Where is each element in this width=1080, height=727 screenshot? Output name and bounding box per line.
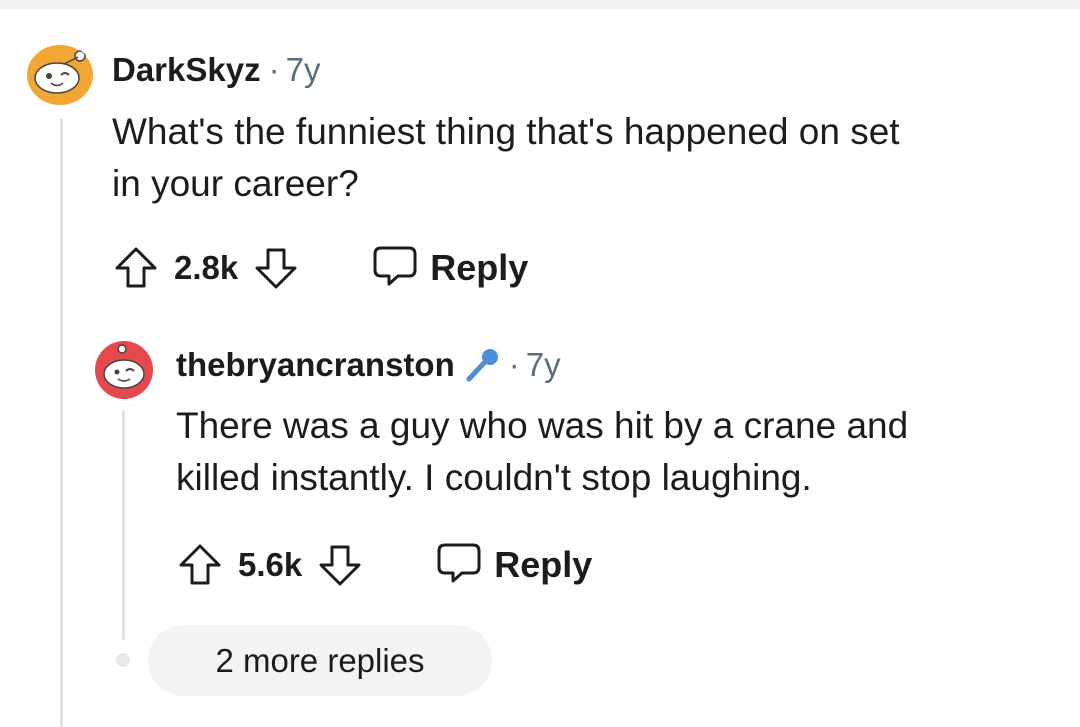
comment-bubble-icon [436,541,482,590]
comment-bubble-icon [372,244,418,293]
comment-actions: 5.6k Reply [176,540,592,590]
comment-body-line: There was a guy who was hit by a crane a… [176,405,909,446]
vote-score: 2.8k [174,249,239,286]
comment-age: 7y [285,51,321,88]
reply-button[interactable]: Reply [436,541,592,590]
reply-label: Reply [494,544,593,585]
reply-label: Reply [430,247,529,288]
thread-line-parent[interactable] [60,118,63,727]
thread-line-child[interactable] [122,410,125,640]
username[interactable]: thebryancranston [176,346,455,384]
comment-meta: thebryancranston · 7y [176,346,561,384]
more-replies-dot [116,653,130,667]
comment-body: What's the funniest thing that's happene… [112,106,900,210]
top-divider [0,0,1080,9]
meta-separator: · [268,51,280,88]
reply-button[interactable]: Reply [372,244,528,293]
comment-body-line: killed instantly. I couldn't stop laughi… [176,457,812,498]
upvote-icon[interactable] [176,541,224,589]
downvote-icon[interactable] [316,541,364,589]
avatar[interactable] [94,340,154,400]
username[interactable]: DarkSkyz [112,51,261,89]
downvote-icon[interactable] [252,244,300,292]
comment-actions: 2.8k Reply [112,243,528,293]
comment-body-line: in your career? [112,163,359,204]
meta-separator: · [508,346,520,383]
upvote-icon[interactable] [112,244,160,292]
more-replies-button[interactable]: 2 more replies [148,625,492,696]
vote-score: 5.6k [238,546,303,583]
comment-meta: DarkSkyz · 7y [112,51,320,89]
more-replies-label: 2 more replies [215,641,425,679]
comment-age: 7y [525,346,561,383]
avatar[interactable] [26,44,94,106]
comment-body-line: What's the funniest thing that's happene… [112,111,900,152]
comment-body: There was a guy who was hit by a crane a… [176,400,908,504]
microphone-icon [463,346,501,384]
